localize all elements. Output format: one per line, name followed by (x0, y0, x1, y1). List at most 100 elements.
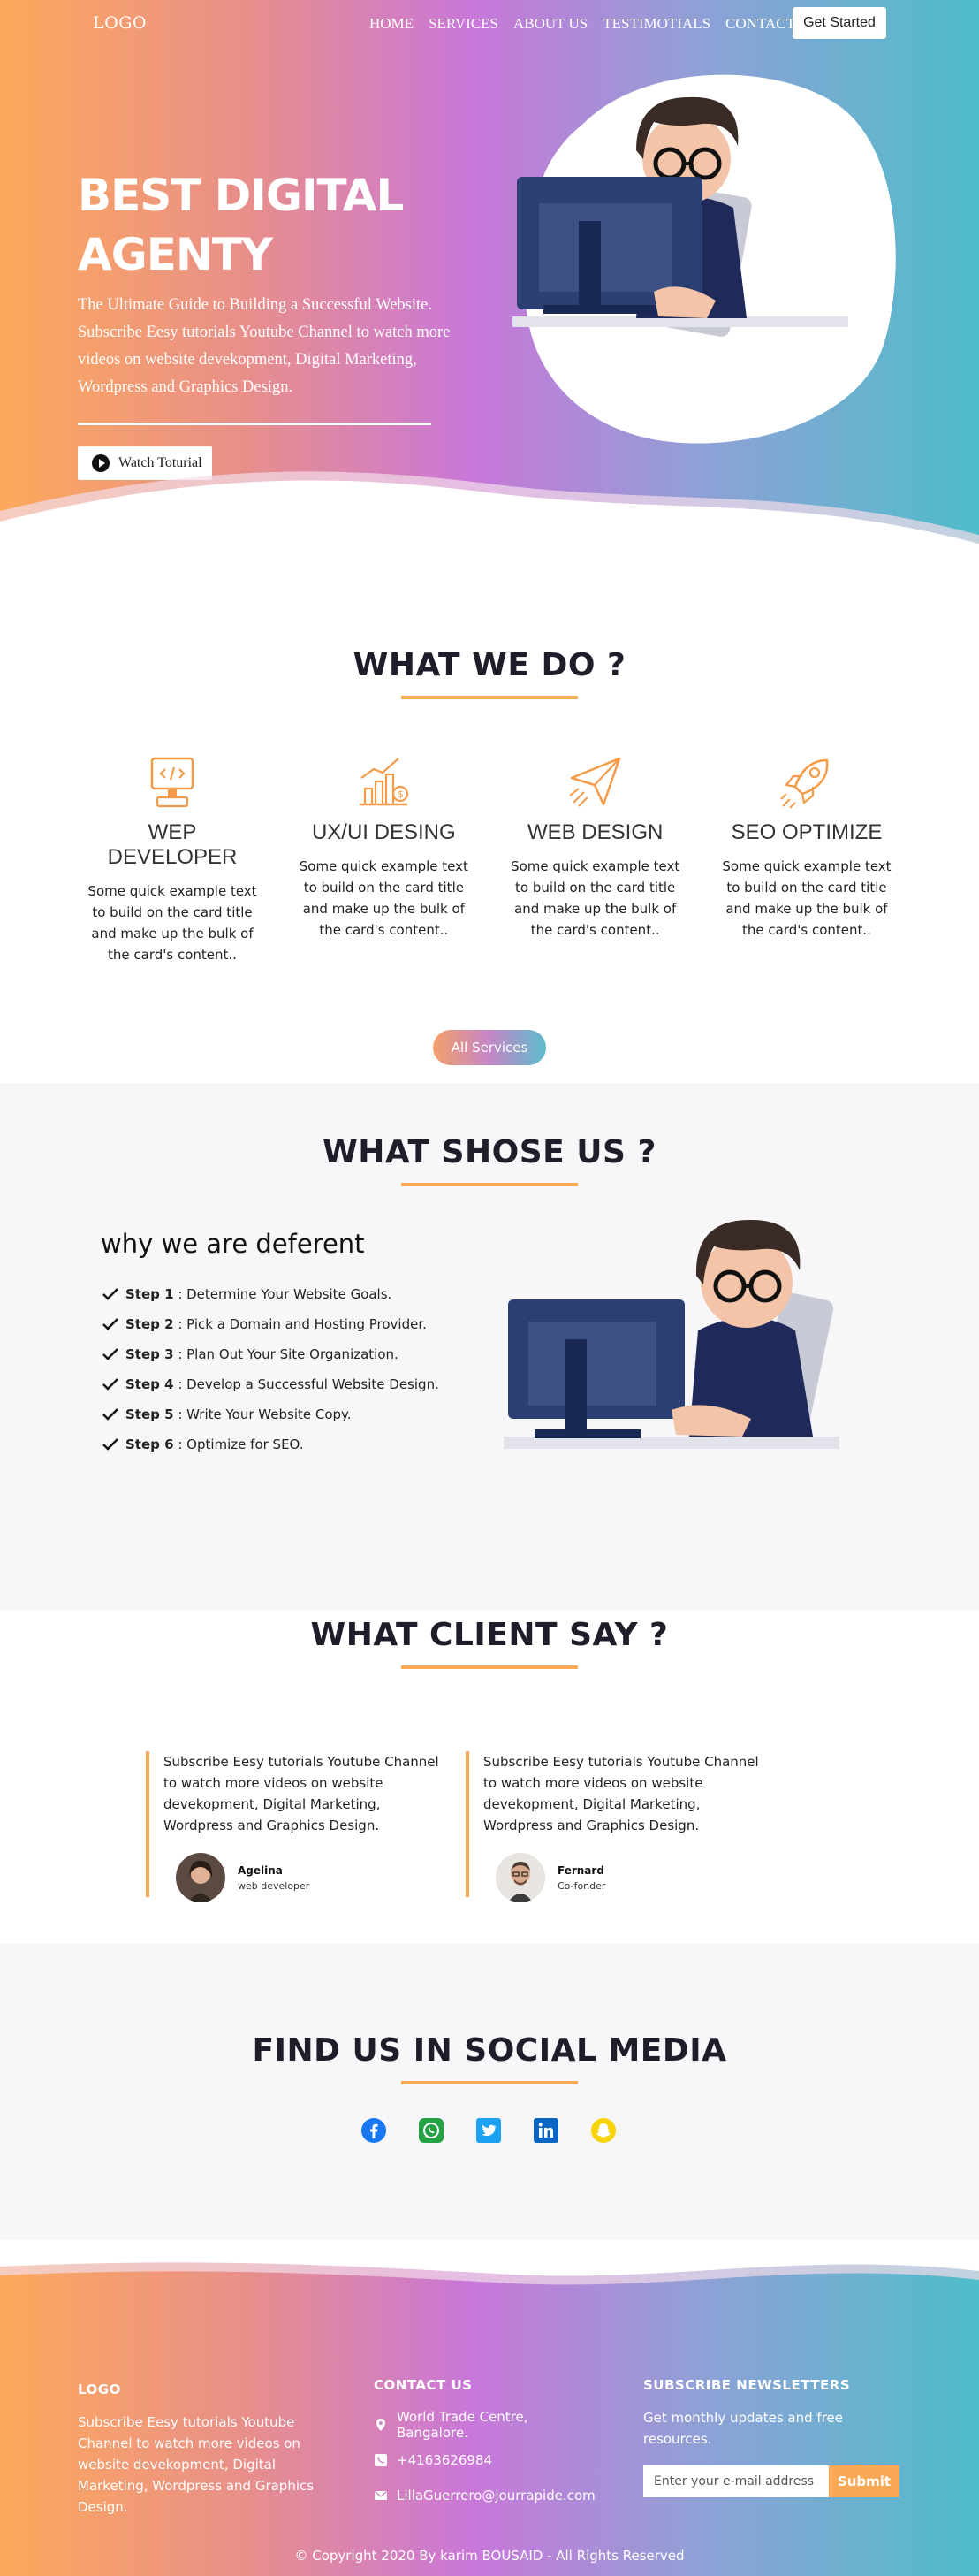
snapchat-link[interactable] (590, 2117, 617, 2144)
developer-at-computer-icon (504, 1219, 839, 1449)
newsletter-text: Get monthly updates and free resources. (643, 2410, 843, 2447)
footer-about-column: LOGO Subscribe Eesy tutorials Youtube Ch… (78, 2382, 316, 2518)
hero-divider (78, 423, 431, 425)
step-item: Step 5 : Write Your Website Copy. (102, 1399, 439, 1429)
step-item: Step 4 : Develop a Successful Website De… (102, 1369, 439, 1399)
social-media-section: FIND US IN SOCIAL MEDIA (0, 1944, 979, 2240)
title-underline (401, 2081, 578, 2084)
testimonial-name: Agelina (238, 1863, 283, 1877)
nav-logo[interactable]: LOGO (93, 13, 147, 33)
service-card-title: SEO OPTIMIZE (731, 820, 883, 844)
step-label: Step 4 (125, 1376, 174, 1392)
footer-newsletter-column: SUBSCRIBE NEWSLETTERS Get monthly update… (643, 2377, 908, 2497)
social-media-title: FIND US IN SOCIAL MEDIA (252, 2032, 727, 2069)
step-label: Step 3 (125, 1346, 174, 1362)
service-card-text: Some quick example text to build on the … (722, 858, 892, 938)
hero-illustration (512, 74, 896, 444)
service-card: WEP DEVELOPER Some quick example text to… (84, 751, 261, 965)
testimonial-author: Fernard Co-fonder (496, 1853, 605, 1902)
all-services-button[interactable]: All Services (433, 1030, 546, 1065)
title-underline (401, 1183, 578, 1186)
step-label: Step 2 (125, 1316, 174, 1332)
footer: LOGO Subscribe Eesy tutorials Youtube Ch… (0, 2240, 979, 2576)
step-text: : Determine Your Website Goals. (173, 1286, 392, 1302)
avatar (496, 1853, 545, 1902)
twitter-icon (476, 2118, 501, 2143)
hero-subtitle-line-2: Subscribe Eesy tutorials Youtube Channel… (78, 324, 451, 396)
title-underline (401, 1665, 578, 1669)
facebook-link[interactable] (360, 2117, 387, 2144)
hero-title: BEST DIGITAL AGENTY (78, 170, 404, 280)
check-icon (102, 1318, 118, 1330)
check-icon (102, 1378, 118, 1391)
computer-code-icon (150, 757, 194, 808)
service-card: $ UX/UI DESING Some quick example text t… (295, 751, 472, 965)
step-text: : Optimize for SEO. (173, 1437, 304, 1452)
check-icon (102, 1408, 118, 1421)
rocket-icon (780, 758, 829, 809)
avatar (176, 1853, 225, 1902)
newsletter-submit-button[interactable]: Submit (829, 2465, 899, 2497)
testimonial-quote: Subscribe Eesy tutorials Youtube Channel… (483, 1754, 759, 1833)
step-text: : Develop a Successful Website Design. (173, 1376, 439, 1392)
step-text: : Pick a Domain and Hosting Provider. (173, 1316, 427, 1332)
contact-phone-text[interactable]: +4163626984 (397, 2452, 492, 2468)
step-label: Step 6 (125, 1437, 174, 1452)
map-pin-icon (376, 2419, 385, 2431)
service-card-text: Some quick example text to build on the … (511, 858, 680, 938)
nav-link-contact[interactable]: CONTACT (725, 15, 795, 33)
testimonial-quote: Subscribe Eesy tutorials Youtube Channel… (163, 1754, 439, 1833)
footer-logo[interactable]: LOGO (78, 2382, 316, 2397)
contact-email: LillaGuerrero@jourrapide.com (374, 2478, 603, 2513)
hero-subtitle-line-1: The Ultimate Guide to Building a Success… (78, 296, 432, 314)
step-item: Step 2 : Pick a Domain and Hosting Provi… (102, 1309, 439, 1339)
newsletter-email-input[interactable] (643, 2465, 829, 2497)
contact-email-text[interactable]: LillaGuerrero@jourrapide.com (397, 2488, 596, 2504)
service-card-text: Some quick example text to build on the … (87, 883, 257, 963)
step-text: : Write Your Website Copy. (173, 1406, 352, 1422)
hero-wave-divider (0, 471, 979, 566)
newsletter-form: Submit (643, 2465, 908, 2497)
service-card-title: UX/UI DESING (311, 820, 456, 844)
svg-text:$: $ (398, 789, 404, 800)
why-choose-us-section: WHAT SHOSE US ? why we are deferent Step… (0, 1083, 979, 1610)
testimonial-name: Fernard (558, 1863, 604, 1877)
snapchat-icon (591, 2118, 616, 2143)
testimonial-role: Co-fonder (558, 1879, 606, 1892)
nav-link-home[interactable]: HOME (369, 15, 414, 33)
get-started-button[interactable]: Get Started (793, 7, 886, 39)
top-navbar: LOGO HOME SERVICES ABOUT US TESTIMOTIALS… (0, 0, 979, 46)
twitter-link[interactable] (475, 2117, 502, 2144)
footer-about-text: Subscribe Eesy tutorials Youtube Channel… (78, 2414, 315, 2515)
growth-chart-icon: $ (360, 758, 409, 806)
newsletter-title: SUBSCRIBE NEWSLETTERS (643, 2377, 851, 2393)
service-card-title: WEB DESIGN (527, 820, 664, 844)
envelope-icon (375, 2491, 387, 2500)
testimonial-role: web developer (238, 1879, 310, 1892)
service-card: WEB DESIGN Some quick example text to bu… (507, 751, 684, 965)
phone-icon (375, 2454, 387, 2466)
contact-phone: +4163626984 (374, 2443, 603, 2478)
testimonials-title: WHAT CLIENT SAY ? (310, 1617, 669, 1653)
service-card-title: WEP DEVELOPER (107, 820, 238, 869)
nav-link-services[interactable]: SERVICES (429, 15, 498, 33)
check-icon (102, 1348, 118, 1360)
copyright-text: © Copyright 2020 By karim BOUSAID - All … (294, 2548, 685, 2564)
step-item: Step 1 : Determine Your Website Goals. (102, 1279, 439, 1309)
step-label: Step 1 (125, 1286, 174, 1302)
contact-list: World Trade Centre, Bangalore. +41636269… (374, 2407, 603, 2513)
footer-contact-column: CONTACT US World Trade Centre, Bangalore… (374, 2377, 603, 2513)
what-we-do-title: WHAT WE DO ? (353, 647, 626, 683)
title-underline (401, 696, 578, 699)
step-item: Step 6 : Optimize for SEO. (102, 1429, 439, 1459)
nav-links: HOME SERVICES ABOUT US TESTIMOTIALS CONT… (369, 15, 795, 33)
linkedin-link[interactable] (533, 2117, 559, 2144)
service-card-text: Some quick example text to build on the … (299, 858, 468, 938)
whatsapp-link[interactable] (418, 2117, 444, 2144)
nav-link-about-us[interactable]: ABOUT US (513, 15, 588, 33)
testimonial-card: Subscribe Eesy tutorials Youtube Channel… (146, 1751, 446, 1902)
paper-plane-icon (569, 757, 620, 807)
whatsapp-icon (419, 2118, 444, 2143)
testimonials-section: WHAT CLIENT SAY ? Subscribe Eesy tutoria… (0, 1610, 979, 1944)
nav-link-testimonials[interactable]: TESTIMOTIALS (603, 15, 710, 33)
